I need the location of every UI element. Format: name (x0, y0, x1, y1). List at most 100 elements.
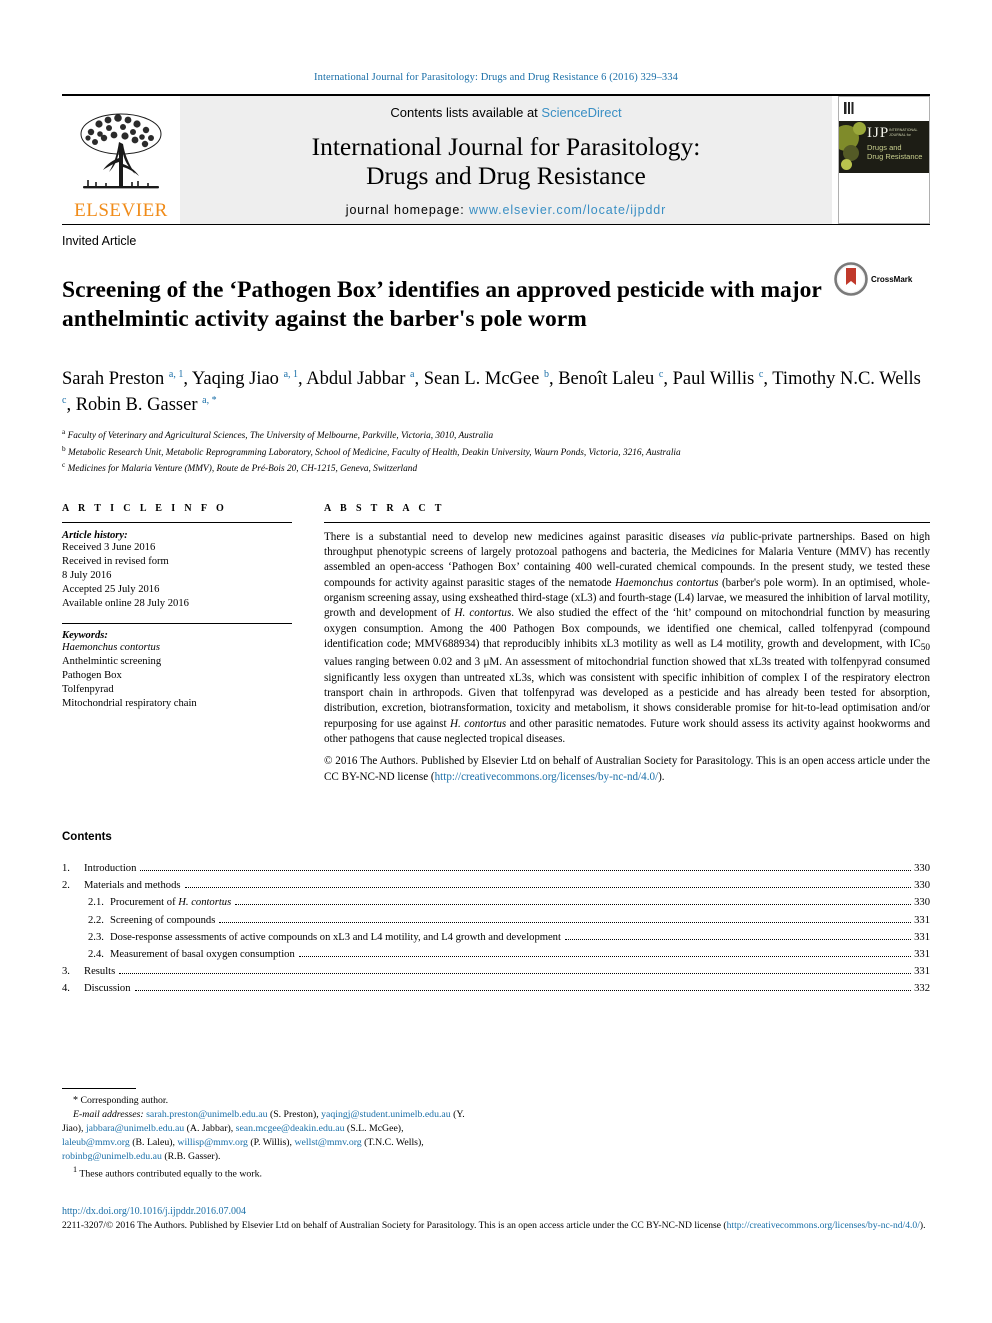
toc-entry[interactable]: 2.1. Procurement of H. contortus 330 (62, 894, 930, 911)
article-info-heading: A R T I C L E I N F O (62, 502, 228, 514)
sciencedirect-link[interactable]: ScienceDirect (541, 105, 621, 120)
toc-leader-dots (134, 990, 912, 992)
journal-title-line2: Drugs and Drug Resistance (366, 160, 646, 190)
toc-entry-label: Procurement of H. contortus (110, 897, 232, 909)
keywords-list: Haemonchus contortus Anthelmintic screen… (62, 641, 292, 711)
toc-entry-page: 330 (914, 897, 930, 909)
footnotes-block: * Corresponding author. E-mail addresses… (62, 1088, 466, 1181)
toc-entry[interactable]: 2.2. Screening of compounds 331 (62, 912, 930, 929)
corresponding-author-note: * Corresponding author. (62, 1094, 466, 1108)
toc-leader-dots (140, 870, 912, 872)
keyword-item: Haemonchus contortus (62, 642, 160, 654)
elsevier-tree-icon (80, 113, 162, 189)
affiliation-text-a: Faculty of Veterinary and Agricultural S… (67, 431, 494, 442)
elsevier-logo: ELSEVIER (62, 96, 180, 224)
cover-subtitle-line1: Drugs and (867, 143, 902, 152)
email-addresses-note: E-mail addresses: sarah.preston@unimelb.… (62, 1108, 466, 1164)
toc-entry-label: Materials and methods (84, 880, 181, 892)
keywords-label: Keywords: (62, 630, 108, 642)
email-label: E-mail addresses: (73, 1109, 144, 1121)
article-history-label: Article history: (62, 529, 128, 541)
journal-masthead: ELSEVIER Contents lists available at Sci… (62, 94, 930, 224)
toc-entry[interactable]: 2.3. Dose-response assessments of active … (62, 929, 930, 946)
toc-entry-page: 331 (914, 914, 930, 926)
toc-entry-label: Dose-response assessments of active comp… (110, 931, 561, 943)
toc-entry[interactable]: 4. Discussion 332 (62, 980, 930, 997)
table-of-contents: 1. Introduction 330 2. Materials and methods… (62, 860, 930, 997)
toc-entry-number: 2.2. (88, 914, 104, 926)
history-item: Available online 28 July 2016 (62, 597, 189, 609)
article-type-label: Invited Article (62, 234, 137, 248)
homepage-label: journal homepage: (345, 203, 469, 217)
toc-entry-number: 4. (62, 983, 70, 995)
journal-title: International Journal for Parasitology: … (180, 131, 832, 190)
toc-entry-page: 332 (914, 983, 930, 995)
toc-entry-label: Introduction (84, 863, 137, 875)
doi-link[interactable]: http://dx.doi.org/10.1016/j.ijpddr.2016.… (62, 1206, 930, 1217)
cover-acronym-subtext: INTERNATIONAL JOURNAL for (889, 128, 918, 137)
toc-entry-label: Discussion (84, 983, 131, 995)
homepage-url-link[interactable]: www.elsevier.com/locate/ijpddr (469, 203, 666, 217)
article-info-rule (62, 521, 292, 523)
masthead-bottom-rule (62, 224, 930, 225)
toc-leader-dots (184, 887, 912, 889)
toc-entry[interactable]: 2. Materials and methods 330 (62, 877, 930, 894)
toc-entry-page: 331 (914, 931, 930, 943)
crossmark-label: CrossMark (871, 274, 913, 284)
affiliation-list: a Faculty of Veterinary and Agricultural… (62, 427, 930, 476)
journal-title-block: Contents lists available at ScienceDirec… (180, 96, 832, 224)
toc-entry[interactable]: 3. Results 331 (62, 963, 930, 980)
history-item: Accepted 25 July 2016 (62, 583, 160, 595)
running-head: International Journal for Parasitology: … (314, 72, 678, 83)
keywords-block: Keywords: Haemonchus contortus Anthelmin… (62, 623, 292, 711)
affiliation-marker-b: b (62, 443, 66, 453)
toc-entry-label: Screening of compounds (110, 914, 216, 926)
history-item: Received 3 June 2016 (62, 541, 156, 553)
affiliation-text-c: Medicines for Malaria Venture (MMV), Rou… (67, 464, 418, 475)
toc-leader-dots (564, 938, 912, 940)
toc-entry-page: 331 (914, 965, 930, 977)
journal-homepage-line: journal homepage: www.elsevier.com/locat… (180, 203, 832, 217)
crossmark-badge[interactable]: CrossMark (834, 260, 930, 296)
toc-entry[interactable]: 2.4. Measurement of basal oxygen consumpt… (62, 946, 930, 963)
corresponding-marker: * (73, 1095, 78, 1106)
toc-entry[interactable]: 1. Introduction 330 (62, 860, 930, 877)
corresponding-text: Corresponding author. (80, 1095, 169, 1106)
toc-entry-number: 3. (62, 965, 70, 977)
equal-contribution-text: These authors contributed equally to the… (79, 1168, 262, 1180)
title-row: Screening of the ‘Pathogen Box’ identifi… (62, 260, 930, 351)
toc-leader-dots (235, 904, 912, 906)
journal-cover-thumbnail: IJP INTERNATIONAL JOURNAL for Drugs and D… (838, 96, 930, 224)
footnote-rule (62, 1088, 136, 1089)
affiliation-c: c Medicines for Malaria Venture (MMV), R… (62, 460, 930, 476)
crossmark-icon (834, 262, 868, 296)
toc-entry-number: 1. (62, 863, 70, 875)
affiliation-b: b Metabolic Research Unit, Metabolic Rep… (62, 444, 930, 460)
cover-qr-icon (844, 102, 856, 114)
keyword-item: Anthelmintic screening (62, 656, 162, 668)
abstract-column: A B S T R A C T There is a substantial n… (324, 503, 930, 785)
elsevier-wordmark: ELSEVIER (74, 200, 168, 221)
cover-art-band: IJP INTERNATIONAL JOURNAL for Drugs and D… (839, 121, 929, 173)
equal-contribution-note: 1 These authors contributed equally to t… (62, 1164, 466, 1181)
toc-leader-dots (298, 955, 912, 957)
contents-section: Contents 1. Introduction 330 2. Materials an… (62, 831, 930, 997)
history-item: Received in revised form (62, 555, 169, 567)
author-list: Sarah Preston a, 1, Yaqing Jiao a, 1, Ab… (62, 368, 921, 415)
affiliation-marker-c: c (62, 460, 66, 470)
affiliation-a: a Faculty of Veterinary and Agricultural… (62, 427, 930, 443)
toc-leader-dots (119, 972, 912, 974)
keyword-item: Pathogen Box (62, 670, 122, 682)
issn-copyright-line: 2211-3207/© 2016 The Authors. Published … (62, 1220, 926, 1231)
contents-heading: Contents (62, 831, 112, 844)
affiliation-marker-a: a (62, 427, 66, 437)
article-info-column: A R T I C L E I N F O Article history: R… (62, 503, 324, 785)
journal-title-line1: International Journal for Parasitology: (311, 131, 701, 161)
toc-entry-page: 330 (914, 863, 930, 875)
toc-entry-number: 2.3. (88, 931, 104, 943)
toc-entry-label: Measurement of basal oxygen consumption (110, 948, 295, 960)
page-title: Screening of the ‘Pathogen Box’ identifi… (62, 276, 822, 333)
toc-entry-page: 330 (914, 880, 930, 892)
cover-subtitle: Drugs and Drug Resistance (867, 143, 922, 162)
abstract-rule (324, 521, 930, 523)
